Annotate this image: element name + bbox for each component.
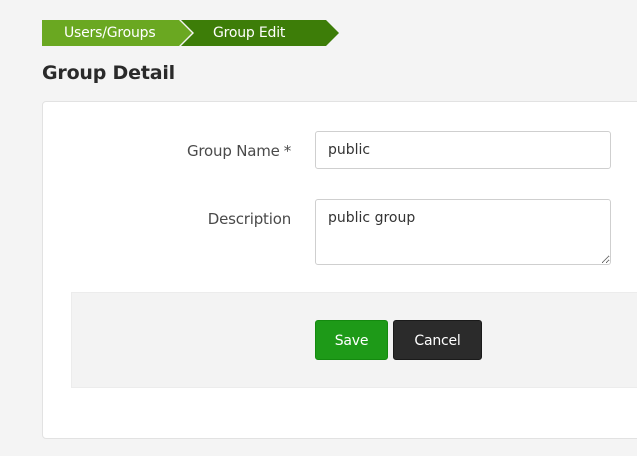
group-detail-panel: Group Name* Description public group Sav… [42,101,637,439]
page: Users/Groups Group Edit Group Detail Gro… [0,0,637,456]
description-label: Description [207,210,291,228]
description-textarea[interactable]: public group [315,199,611,265]
form-actions: Save Cancel [71,292,637,388]
save-button[interactable]: Save [315,320,388,360]
breadcrumb-item-group-edit[interactable]: Group Edit [181,20,339,46]
cancel-button[interactable]: Cancel [393,320,482,360]
required-marker: * [283,142,292,160]
breadcrumb: Users/Groups Group Edit [42,20,339,46]
breadcrumb-item-users-groups[interactable]: Users/Groups [42,20,192,46]
page-title: Group Detail [42,62,175,84]
breadcrumb-item-label: Group Edit [213,25,286,41]
breadcrumb-item-label: Users/Groups [64,25,156,41]
group-name-input[interactable] [315,131,611,169]
group-name-label-text: Group Name [186,142,280,160]
group-name-label: Group Name * [187,142,291,160]
